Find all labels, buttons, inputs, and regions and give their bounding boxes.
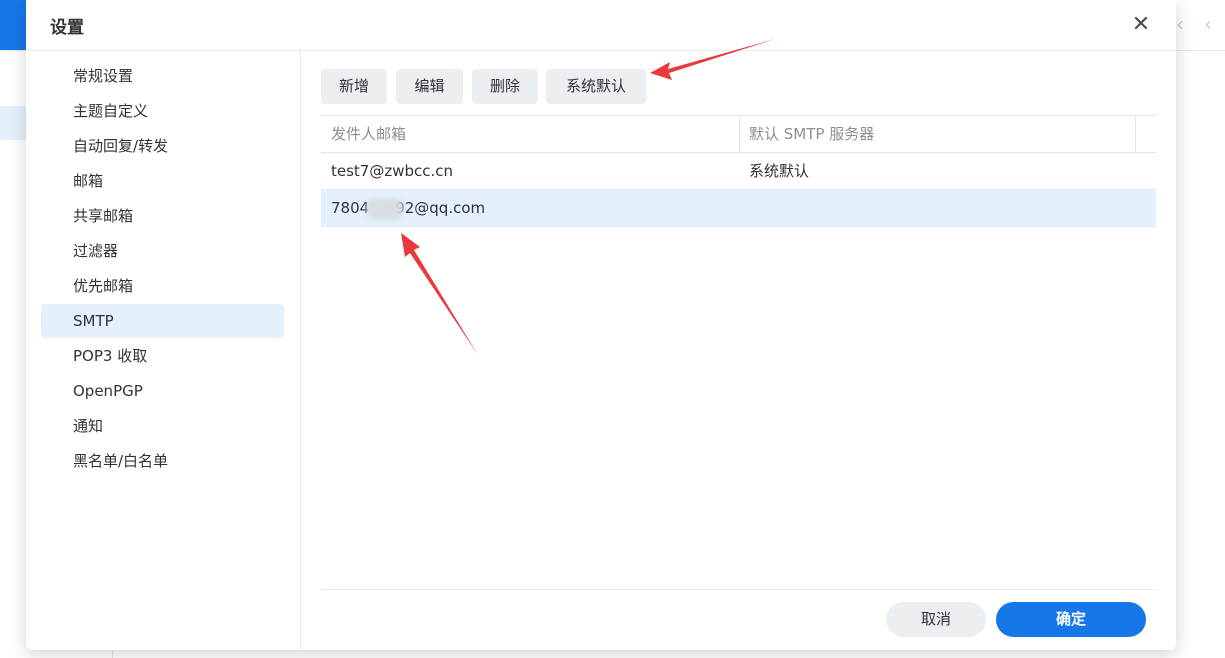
smtp-settings-panel: 新增 编辑 删除 系统默认 发件人邮箱 默认 SMTP 服务器 test7@zw… xyxy=(301,51,1176,650)
sidebar-item-theme[interactable]: 主题自定义 xyxy=(41,94,284,128)
smtp-table: 发件人邮箱 默认 SMTP 服务器 test7@zwbcc.cn 系统默认 78… xyxy=(321,115,1156,227)
settings-sidebar: 常规设置 主题自定义 自动回复/转发 邮箱 共享邮箱 过滤器 优先邮箱 SMTP… xyxy=(26,51,301,650)
column-divider[interactable] xyxy=(1135,116,1136,152)
settings-dialog: 设置 ✕ 常规设置 主题自定义 自动回复/转发 邮箱 共享邮箱 过滤器 优先邮箱… xyxy=(26,0,1176,650)
edit-button[interactable]: 编辑 xyxy=(396,69,463,104)
chevron-left-icon: ‹ xyxy=(1176,12,1184,36)
sidebar-item-autoreply[interactable]: 自动回复/转发 xyxy=(41,129,284,163)
table-header: 发件人邮箱 默认 SMTP 服务器 xyxy=(321,115,1156,153)
chevron-left-icon: ‹ xyxy=(1204,12,1212,36)
smtp-server-cell: 系统默认 xyxy=(749,162,810,180)
column-divider[interactable] xyxy=(739,116,740,152)
confirm-button[interactable]: 确定 xyxy=(996,602,1146,637)
delete-button[interactable]: 删除 xyxy=(472,69,538,104)
background-app-accent xyxy=(0,0,26,50)
sidebar-item-openpgp[interactable]: OpenPGP xyxy=(41,374,284,408)
dialog-title: 设置 xyxy=(50,18,84,38)
sidebar-item-priority-mailbox[interactable]: 优先邮箱 xyxy=(41,269,284,303)
sidebar-item-shared-mailbox[interactable]: 共享邮箱 xyxy=(41,199,284,233)
dialog-header: 设置 ✕ xyxy=(26,0,1176,51)
table-row-selected[interactable]: 7804 92@qq.com xyxy=(321,190,1156,227)
column-header-smtp-server[interactable]: 默认 SMTP 服务器 xyxy=(749,116,874,152)
sender-email-cell: 7804 92@qq.com xyxy=(331,190,485,226)
sidebar-item-notifications[interactable]: 通知 xyxy=(41,409,284,443)
sidebar-item-general[interactable]: 常规设置 xyxy=(41,59,284,93)
close-icon[interactable]: ✕ xyxy=(1128,12,1154,38)
set-system-default-button[interactable]: 系统默认 xyxy=(546,69,646,104)
table-row[interactable]: test7@zwbcc.cn 系统默认 xyxy=(321,153,1156,190)
background-app-selected-row xyxy=(0,106,26,140)
column-header-sender[interactable]: 发件人邮箱 xyxy=(331,116,406,152)
sidebar-item-blacklist-whitelist[interactable]: 黑名单/白名单 xyxy=(41,444,284,478)
sidebar-item-smtp[interactable]: SMTP xyxy=(41,304,284,338)
sender-email-prefix: 7804 xyxy=(331,199,370,217)
sidebar-item-pop3[interactable]: POP3 收取 xyxy=(41,339,284,373)
cancel-button[interactable]: 取消 xyxy=(886,602,986,637)
sender-email-suffix: 92@qq.com xyxy=(395,199,486,217)
footer-divider xyxy=(321,589,1156,590)
sidebar-item-mailbox[interactable]: 邮箱 xyxy=(41,164,284,198)
sender-email-cell: test7@zwbcc.cn xyxy=(331,162,454,180)
sidebar-item-filters[interactable]: 过滤器 xyxy=(41,234,284,268)
redaction-blur xyxy=(366,198,404,220)
add-button[interactable]: 新增 xyxy=(321,69,387,104)
